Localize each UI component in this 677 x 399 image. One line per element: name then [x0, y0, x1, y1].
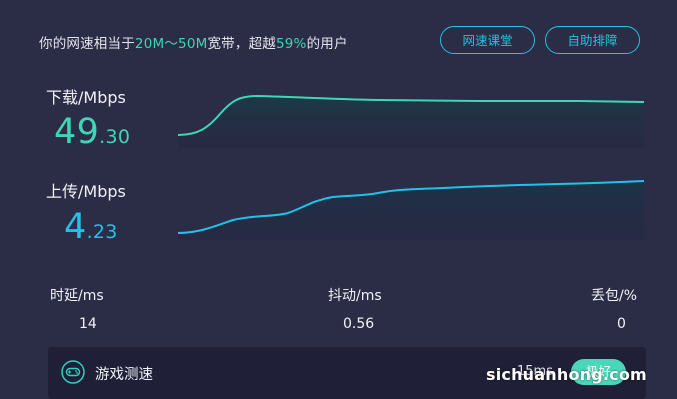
jitter-value: 0.56 — [343, 316, 375, 332]
jitter-label: 抖动/ms — [328, 288, 382, 304]
watermark-text: sichuanhong.com — [486, 365, 647, 384]
self-troubleshoot-button[interactable]: 自助排障 — [545, 26, 640, 54]
bandwidth-range: 20M～50M — [134, 36, 208, 52]
packet-loss-value: 0 — [617, 316, 626, 332]
upload-speed-int: 4 — [64, 207, 87, 247]
latency-label: 时延/ms — [50, 288, 104, 304]
packet-loss-label: 丢包/% — [591, 288, 638, 304]
summary-prefix: 你的网速相当于 — [39, 36, 135, 52]
download-chart-area — [178, 96, 644, 148]
latency-value: 14 — [79, 316, 97, 332]
speed-summary: 你的网速相当于20M～50M宽带，超越59%的用户 — [39, 32, 348, 52]
game-speed-test-label: 游戏测速 — [95, 367, 153, 383]
gamepad-icon — [61, 360, 85, 384]
speed-course-button[interactable]: 网速课堂 — [440, 26, 535, 54]
upload-chart — [178, 180, 644, 240]
download-speed-int: 49 — [54, 112, 100, 152]
download-speed: 49.30 — [54, 112, 130, 152]
upload-speed: 4.23 — [64, 207, 118, 247]
download-label: 下载/Mbps — [46, 88, 126, 107]
upload-label: 上传/Mbps — [46, 182, 126, 201]
download-speed-dec: .30 — [99, 126, 131, 148]
summary-suffix: 的用户 — [306, 36, 348, 52]
download-chart — [178, 94, 644, 148]
percentile-value: 59% — [275, 36, 307, 52]
upload-speed-dec: .23 — [86, 221, 118, 243]
summary-middle: 宽带，超越 — [207, 36, 276, 52]
